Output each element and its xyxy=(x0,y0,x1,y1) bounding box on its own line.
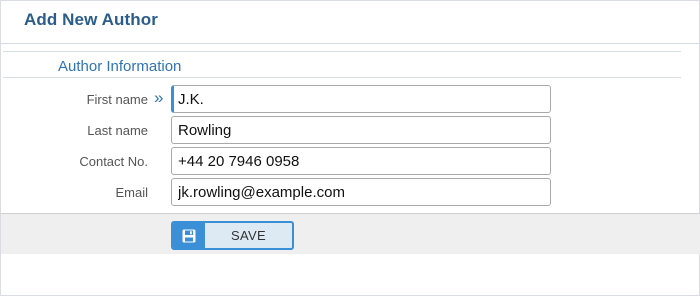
author-info-section: Author Information xyxy=(3,51,681,78)
last-name-row: Last name xyxy=(1,116,700,147)
email-row: Email xyxy=(1,178,700,209)
first-name-label: First name xyxy=(86,92,148,107)
save-button[interactable]: SAVE xyxy=(171,221,294,250)
contact-no-row: Contact No. xyxy=(1,147,700,178)
email-label: Email xyxy=(115,185,148,200)
first-name-row: First name » xyxy=(1,85,700,116)
contact-no-input[interactable] xyxy=(171,147,551,175)
section-title: Author Information xyxy=(58,58,182,75)
save-button-label: SAVE xyxy=(231,228,266,243)
floppy-disk-icon xyxy=(173,223,205,248)
double-chevron-right-icon: » xyxy=(154,88,164,107)
form-footer: SAVE xyxy=(1,213,700,254)
section-divider-bottom xyxy=(3,77,681,78)
section-divider-top xyxy=(3,51,681,52)
last-name-label: Last name xyxy=(87,123,148,138)
contact-no-label: Contact No. xyxy=(79,154,148,169)
last-name-input[interactable] xyxy=(171,116,551,144)
email-input[interactable] xyxy=(171,178,551,206)
first-name-input[interactable] xyxy=(171,85,551,113)
author-form: First name » Last name Contact No. Email xyxy=(1,85,700,209)
add-author-window: Add New Author Author Information First … xyxy=(0,0,700,296)
page-title: Add New Author xyxy=(24,10,158,29)
page-header: Add New Author xyxy=(1,1,699,44)
